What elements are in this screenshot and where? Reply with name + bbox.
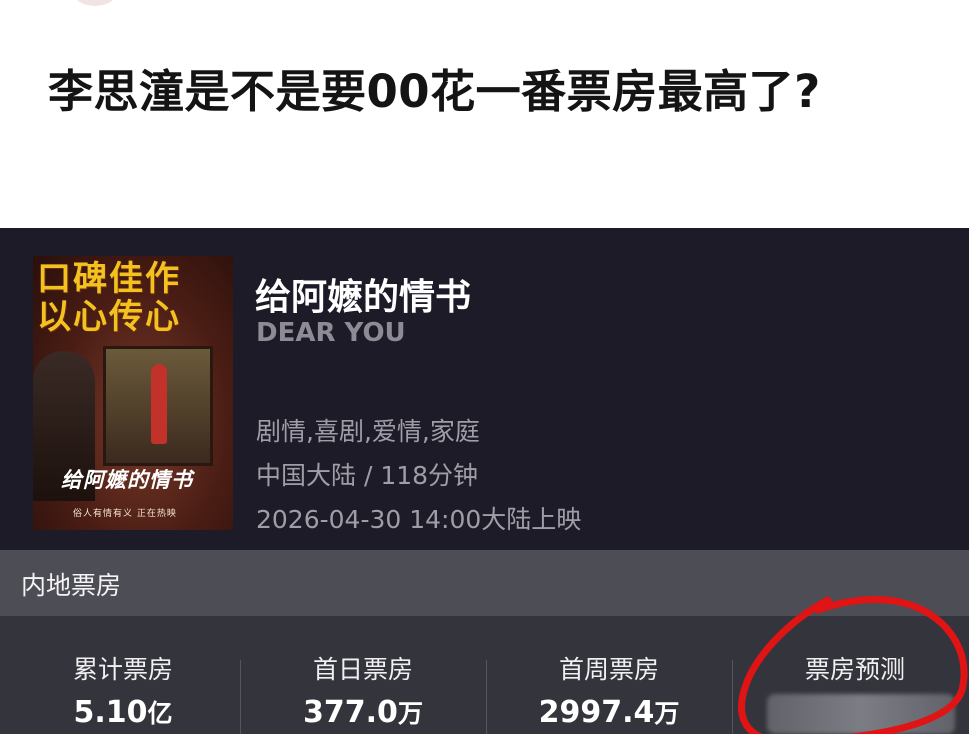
movie-title[interactable]: 给阿嬷的情书	[255, 268, 471, 320]
stat-number: 377.0	[303, 695, 398, 730]
movie-genres: 剧情,喜剧,爱情,家庭	[256, 417, 480, 446]
post-header: 李思潼是不是要00花一番票房最高了?	[0, 0, 969, 228]
boxoffice-section-title: 内地票房	[21, 571, 122, 600]
avatar[interactable]	[72, 0, 118, 6]
movie-poster[interactable]: 口碑佳作 以心传心 给阿嬷的情书 俗人有情有义 正在热映	[33, 256, 233, 530]
stat-value: 5.10亿	[0, 694, 246, 730]
movie-english-title: DEAR YOU	[256, 318, 406, 348]
poster-slogan-line2: 以心传心	[37, 297, 181, 337]
stat-label: 首周票房	[558, 655, 659, 684]
stat-value: 377.0万	[240, 694, 486, 730]
poster-figure-art	[151, 364, 167, 444]
post-title: 李思潼是不是要00花一番票房最高了?	[48, 65, 821, 118]
stat-unit: 万	[397, 699, 423, 728]
stat-label: 累计票房	[72, 655, 173, 684]
boxoffice-header	[0, 550, 969, 616]
movie-release-date: 2026-04-30 14:00大陆上映	[256, 505, 582, 534]
movie-region-duration: 中国大陆 / 118分钟	[256, 461, 479, 490]
poster-tagline: 俗人有情有义 正在热映	[73, 509, 177, 519]
poster-title: 给阿嬷的情书	[61, 467, 193, 492]
stat-unit: 亿	[147, 699, 173, 728]
poster-slogan: 口碑佳作 以心传心	[37, 260, 233, 336]
stat-first-week-boxoffice[interactable]: 首周票房 2997.4万	[486, 616, 732, 734]
stat-unit: 万	[654, 699, 680, 728]
stat-total-boxoffice[interactable]: 累计票房 5.10亿	[0, 616, 246, 734]
stat-value: 2997.4万	[486, 694, 732, 730]
poster-slogan-line1: 口碑佳作	[37, 259, 181, 299]
stat-number: 2997.4	[538, 695, 655, 730]
stat-first-day-boxoffice[interactable]: 首日票房 377.0万	[240, 616, 486, 734]
blurred-forecast-value	[767, 694, 955, 734]
stat-label: 票房预测	[804, 655, 905, 684]
stat-number: 5.10	[73, 695, 148, 730]
stat-label: 首日票房	[312, 655, 413, 684]
